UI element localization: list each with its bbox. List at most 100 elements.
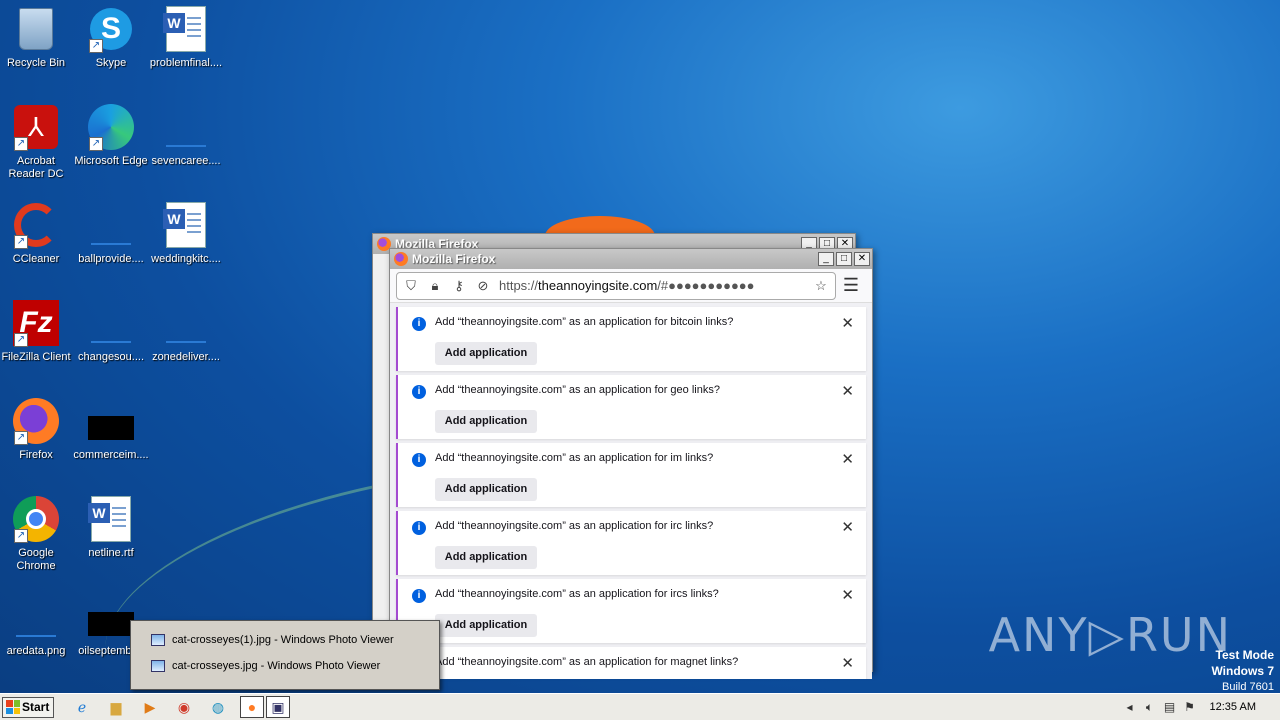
desktop-icon-label: problemfinal.... bbox=[149, 57, 223, 69]
desktop-icon[interactable]: commerceim.... bbox=[73, 397, 149, 462]
word-doc-icon: W bbox=[87, 495, 135, 543]
desktop-icon-label: changesou.... bbox=[77, 351, 145, 363]
desktop-icon[interactable]: Recycle Bin bbox=[0, 5, 74, 70]
photo-viewer-icon bbox=[151, 634, 165, 646]
desktop-icon[interactable]: changesou.... bbox=[73, 299, 149, 364]
desktop-icon[interactable]: ballprovide.... bbox=[73, 201, 149, 266]
add-application-button[interactable]: Add application bbox=[435, 342, 537, 365]
action-center-flag-icon[interactable]: ⚑ bbox=[1180, 700, 1200, 714]
minimize-button[interactable]: _ bbox=[818, 252, 834, 266]
firefox-icon[interactable]: ● bbox=[240, 696, 264, 718]
desktop-icon[interactable]: sevencaree.... bbox=[148, 103, 224, 168]
protocol-handler-notification: iAdd “theannoyingsite.com” as an applica… bbox=[396, 375, 866, 439]
hamburger-menu-icon[interactable]: ☰ bbox=[836, 275, 866, 296]
image-icon bbox=[87, 593, 135, 641]
notification-message: Add “theannoyingsite.com” as an applicat… bbox=[435, 520, 714, 532]
close-icon[interactable]: ✕ bbox=[841, 314, 854, 332]
navigation-toolbar: ⛉ 🔒︎ ⚷ ⊘ https://theannoyingsite.com/#●●… bbox=[390, 269, 872, 303]
start-label: Start bbox=[22, 700, 50, 714]
blocked-autoplay-icon[interactable]: ⊘ bbox=[475, 278, 491, 294]
clock[interactable]: 12:35 AM bbox=[1210, 701, 1256, 713]
lock-icon[interactable]: 🔒︎ bbox=[427, 278, 443, 294]
add-application-button[interactable]: Add application bbox=[435, 546, 537, 569]
tray-chevron-icon[interactable]: ◂ bbox=[1120, 700, 1140, 714]
info-icon: i bbox=[412, 453, 426, 467]
bookmark-star-icon[interactable]: ☆ bbox=[813, 278, 829, 294]
skype-icon: S ↗ bbox=[87, 5, 135, 53]
window-title: Mozilla Firefox bbox=[412, 252, 496, 266]
recycle-bin-icon bbox=[12, 5, 60, 53]
internet-explorer-icon[interactable]: ℯ bbox=[70, 696, 94, 718]
add-application-button[interactable]: Add application bbox=[435, 614, 537, 637]
add-application-button[interactable]: Add application bbox=[435, 478, 537, 501]
desktop-icon[interactable]: ↗ Google Chrome bbox=[0, 495, 74, 573]
desktop-icon[interactable]: ↗ CCleaner bbox=[0, 201, 74, 266]
network-icon[interactable]: ▤ bbox=[1160, 700, 1180, 714]
shortcut-arrow-icon: ↗ bbox=[89, 137, 103, 151]
shortcut-arrow-icon: ↗ bbox=[89, 39, 103, 53]
firefox-logo-icon bbox=[394, 252, 408, 266]
word-doc-icon: W bbox=[162, 5, 210, 53]
firefox-icon: ↗ bbox=[12, 397, 60, 445]
edge-icon[interactable]: ◍ bbox=[206, 696, 230, 718]
permissions-icon[interactable]: ⚷ bbox=[451, 278, 467, 294]
taskbar-thumbnail-popup: cat-crosseyes(1).jpg - Windows Photo Vie… bbox=[130, 620, 440, 690]
desktop-icon-label: aredata.png bbox=[6, 645, 66, 657]
desktop-icon[interactable]: ⅄ ↗ Acrobat Reader DC bbox=[0, 103, 74, 181]
test-mode-text: Test Mode Windows 7 Build 7601 bbox=[1211, 648, 1274, 693]
popup-item-label: cat-crosseyes.jpg - Windows Photo Viewer bbox=[172, 660, 381, 672]
close-icon[interactable]: ✕ bbox=[841, 518, 854, 536]
ccleaner-icon: ↗ bbox=[12, 201, 60, 249]
info-icon: i bbox=[412, 385, 426, 399]
close-icon[interactable]: ✕ bbox=[841, 654, 854, 672]
info-icon: i bbox=[412, 317, 426, 331]
acrobat-icon: ⅄ ↗ bbox=[12, 103, 60, 151]
desktop-icon[interactable]: Wweddingkitc.... bbox=[148, 201, 224, 266]
file-explorer-icon[interactable]: ▆ bbox=[104, 696, 128, 718]
desktop-icon-label: weddingkitc.... bbox=[151, 253, 221, 265]
protocol-handler-notification: i Add “theannoyingsite.com” as an applica… bbox=[396, 307, 866, 371]
url-bar[interactable]: ⛉ 🔒︎ ⚷ ⊘ https://theannoyingsite.com/#●●… bbox=[396, 271, 836, 300]
file-icon bbox=[87, 201, 135, 249]
titlebar[interactable]: Mozilla Firefox _ □ ✕ bbox=[390, 249, 872, 269]
notification-message: Add “theannoyingsite.com” as an applicat… bbox=[435, 656, 739, 668]
desktop-icon[interactable]: S ↗ Skype bbox=[73, 5, 149, 70]
close-icon[interactable]: ✕ bbox=[841, 586, 854, 604]
desktop-icon[interactable]: aredata.png bbox=[0, 593, 74, 658]
url-text[interactable]: https://theannoyingsite.com/#●●●●●●●●●●● bbox=[499, 278, 813, 293]
info-icon: i bbox=[412, 521, 426, 535]
desktop-icon[interactable]: Wnetline.rtf bbox=[73, 495, 149, 560]
protocol-handler-notification: iAdd “theannoyingsite.com” as an applica… bbox=[396, 647, 866, 679]
desktop-icon-label: Recycle Bin bbox=[6, 57, 66, 69]
close-icon[interactable]: ✕ bbox=[841, 450, 854, 468]
media-player-icon[interactable]: ▶ bbox=[138, 696, 162, 718]
desktop-icon-label: ballprovide.... bbox=[78, 253, 144, 265]
file-icon bbox=[12, 593, 60, 641]
notification-message: Add “theannoyingsite.com” as an applicat… bbox=[435, 316, 734, 328]
desktop-icon[interactable]: Fz ↗ FileZilla Client bbox=[0, 299, 74, 364]
volume-icon[interactable]: 🔈︎ bbox=[1140, 700, 1160, 715]
maximize-button[interactable]: □ bbox=[836, 252, 852, 266]
shortcut-arrow-icon: ↗ bbox=[14, 333, 28, 347]
close-button[interactable]: ✕ bbox=[854, 252, 870, 266]
desktop-icon-label: zonedeliver.... bbox=[152, 351, 220, 363]
photo-viewer-icon[interactable]: ▣ bbox=[266, 696, 290, 718]
desktop-icon-label: Skype bbox=[95, 57, 127, 69]
desktop-icon[interactable]: ↗ Microsoft Edge bbox=[73, 103, 149, 168]
start-button[interactable]: Start bbox=[2, 696, 54, 718]
chrome-icon[interactable]: ◉ bbox=[172, 696, 196, 718]
word-doc-icon: W bbox=[162, 201, 210, 249]
add-application-button[interactable]: Add application bbox=[435, 410, 537, 433]
system-tray: ◂ 🔈︎ ▤ ⚑ 12:35 AM bbox=[1120, 696, 1280, 718]
popup-item[interactable]: cat-crosseyes.jpg - Windows Photo Viewer bbox=[131, 653, 439, 679]
desktop-icon[interactable]: Wproblemfinal.... bbox=[148, 5, 224, 70]
file-icon bbox=[162, 103, 210, 151]
protocol-handler-notification: iAdd “theannoyingsite.com” as an applica… bbox=[396, 579, 866, 643]
shield-icon[interactable]: ⛉ bbox=[403, 278, 419, 294]
close-icon[interactable]: ✕ bbox=[841, 382, 854, 400]
desktop-icon-label: Microsoft Edge bbox=[74, 155, 148, 167]
firefox-window-front[interactable]: Mozilla Firefox _ □ ✕ ⛉ 🔒︎ ⚷ ⊘ https://t… bbox=[389, 248, 873, 679]
desktop-icon[interactable]: ↗ Firefox bbox=[0, 397, 74, 462]
popup-item[interactable]: cat-crosseyes(1).jpg - Windows Photo Vie… bbox=[131, 627, 439, 653]
desktop-icon[interactable]: zonedeliver.... bbox=[148, 299, 224, 364]
